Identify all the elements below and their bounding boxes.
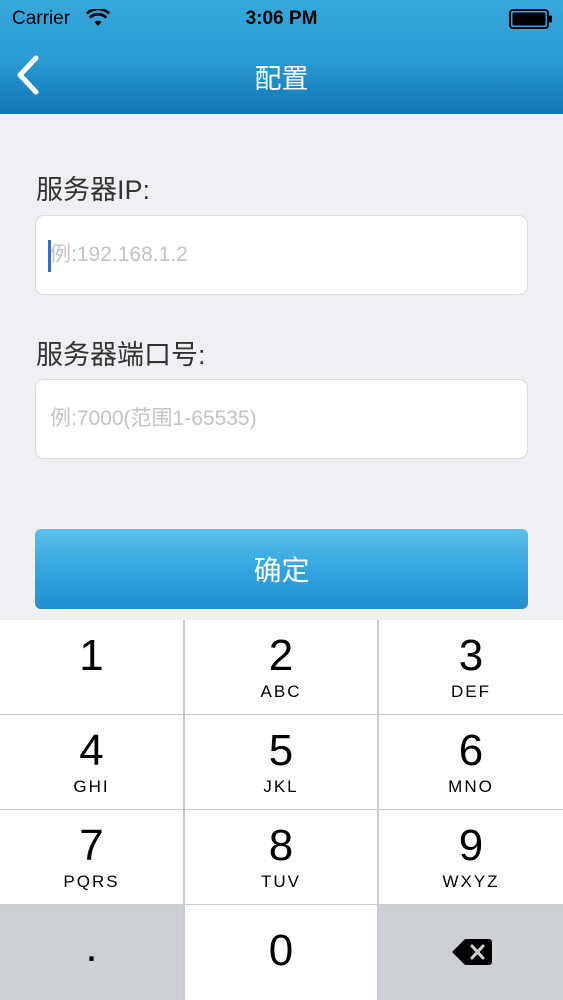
key-digit: . [85,922,98,971]
server-ip-input[interactable] [36,216,527,294]
server-ip-field-container [35,215,528,295]
numeric-keypad: 1 2 ABC 3 DEF 4 GHI 5 JKL 6 MNO 7 PQRS 8… [0,620,563,1000]
key-2[interactable]: 2 ABC [185,620,377,714]
key-letters: GHI [73,777,110,796]
key-letters: JKL [263,777,299,796]
key-digit: 1 [79,631,104,680]
key-letters: MNO [448,777,494,796]
status-bar: Carrier 3:06 PM [0,0,563,38]
key-4[interactable]: 4 GHI [0,715,183,809]
key-letters: DEF [451,682,491,701]
key-5[interactable]: 5 JKL [185,715,377,809]
key-digit: 5 [268,726,294,775]
key-1[interactable]: 1 [0,620,183,714]
key-digit: 7 [79,821,104,870]
status-time: 3:06 PM [245,8,318,29]
delete-key[interactable] [379,905,563,1000]
text-caret [48,240,51,272]
key-6[interactable]: 6 MNO [379,715,563,809]
key-3[interactable]: 3 DEF [379,620,563,714]
key-digit: 8 [268,821,294,870]
key-letters: ABC [260,682,302,701]
key-letters: TUV [261,872,301,891]
key-letters: WXYZ [442,872,500,891]
server-port-field-container [35,379,528,459]
key-digit: 2 [268,631,294,680]
key-digit: 4 [79,726,104,775]
key-digit: 0 [268,926,294,975]
header: Carrier 3:06 PM 配置 [0,0,563,114]
nav-bar: 配置 [0,38,563,114]
backspace-icon [452,939,492,965]
key-8[interactable]: 8 TUV [185,810,377,904]
page-title: 配置 [254,64,309,94]
key-7[interactable]: 7 PQRS [0,810,183,904]
key-digit: 9 [458,821,484,870]
key-9[interactable]: 9 WXYZ [379,810,563,904]
server-ip-label: 服务器IP: [36,175,151,205]
battery-icon [509,9,552,29]
key-digit: 3 [458,631,484,680]
key-dot[interactable]: . [0,905,183,1000]
server-port-input[interactable] [36,380,527,458]
confirm-button[interactable]: 确定 [35,529,528,609]
server-port-label: 服务器端口号: [36,340,206,370]
key-0[interactable]: 0 [185,905,377,1000]
key-letters: PQRS [63,872,120,891]
key-digit: 6 [458,726,484,775]
